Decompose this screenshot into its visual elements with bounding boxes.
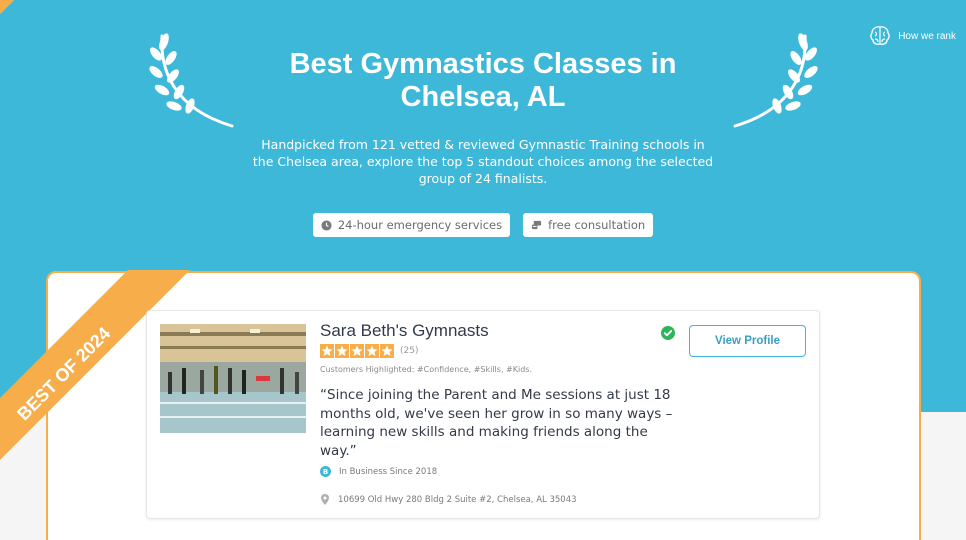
in-business-label: In Business Since 2018 [339, 466, 438, 477]
laurel-right-icon [733, 33, 818, 128]
listing-address: 10699 Old Hwy 280 Bldg 2 Suite #2, Chels… [320, 494, 577, 505]
rating-count: (25) [400, 346, 419, 356]
svg-text:B: B [323, 468, 328, 476]
chip-emergency-services: 24-hour emergency services [312, 213, 511, 237]
chip-label: 24-hour emergency services [337, 218, 503, 232]
star-rating: (25) [320, 344, 418, 358]
how-we-rank-label: How we rank [898, 30, 956, 42]
chat-icon [532, 220, 542, 229]
chip-free-consultation: free consultation [523, 213, 654, 237]
chip-label: free consultation [548, 218, 646, 232]
star-icon [335, 344, 349, 358]
review-quote: “Since joining the Parent and Me session… [320, 387, 673, 459]
listing-card: Sara Beth's Gymnasts (25) Customers High… [146, 310, 820, 519]
how-we-rank-link[interactable]: How we rank [868, 24, 956, 48]
business-badge-icon: B [320, 466, 331, 477]
star-icon [365, 344, 379, 358]
brain-icon [870, 26, 890, 45]
listing-photo [160, 324, 306, 433]
address-label: 10699 Old Hwy 280 Bldg 2 Suite #2, Chels… [338, 494, 577, 505]
customers-highlighted: Customers Highlighted: #Confidence, #Ski… [320, 365, 532, 374]
in-business-since: B In Business Since 2018 [320, 466, 437, 477]
star-icon [350, 344, 364, 358]
clock-icon [321, 219, 332, 231]
verified-check-icon [661, 326, 675, 340]
view-profile-button[interactable]: View Profile [689, 325, 806, 357]
page-title: Best Gymnastics Classes in Chelsea, AL [289, 48, 677, 113]
map-pin-icon [321, 494, 329, 505]
star-icon [320, 344, 334, 358]
laurel-left-icon [149, 33, 234, 128]
star-icon [380, 344, 394, 358]
listing-name[interactable]: Sara Beth's Gymnasts [320, 321, 489, 341]
feature-chips: 24-hour emergency services free consulta… [0, 213, 966, 237]
page-subtitle: Handpicked from 121 vetted & reviewed Gy… [252, 137, 714, 186]
